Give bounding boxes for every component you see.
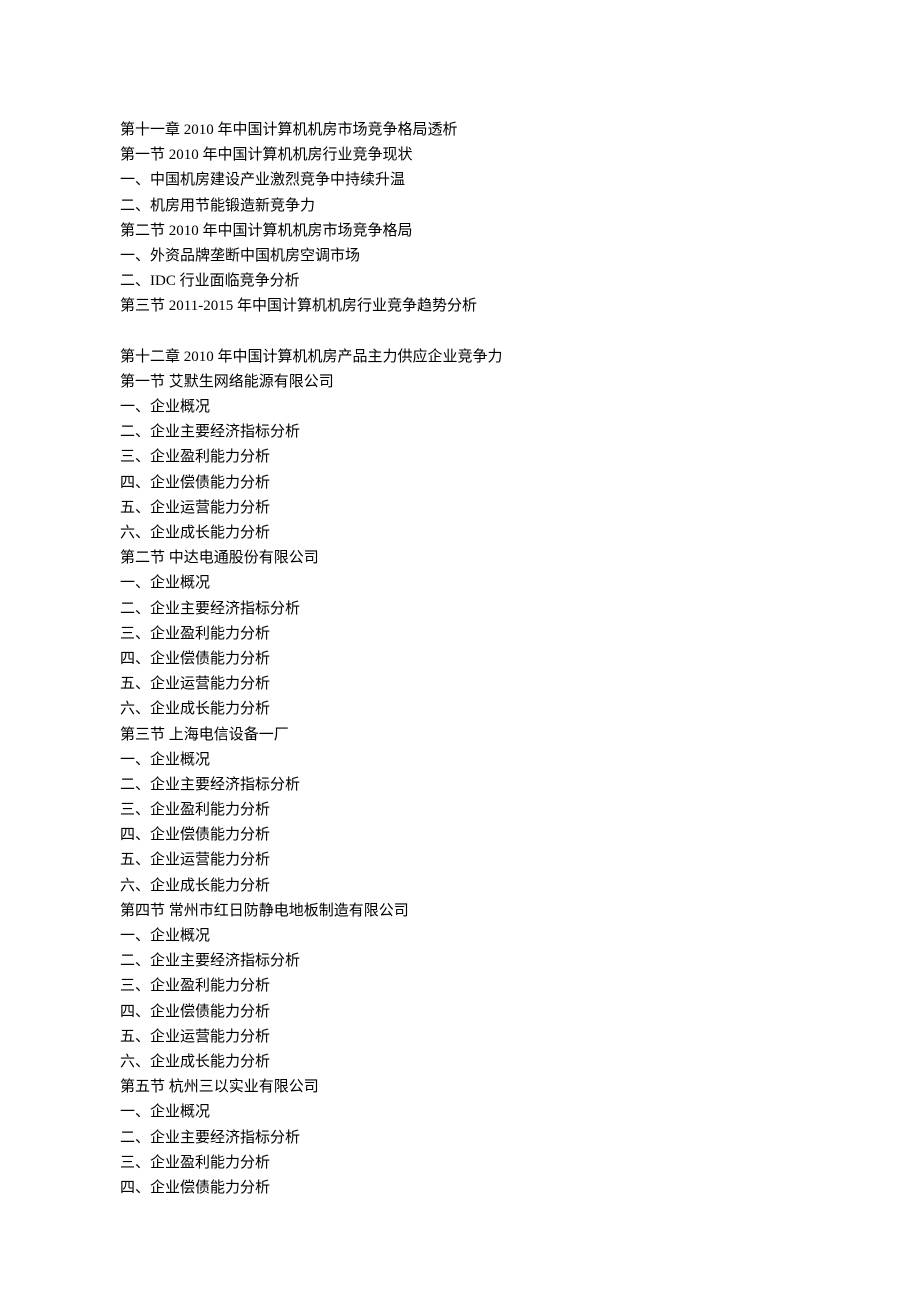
text-line: 二、企业主要经济指标分析 — [120, 773, 800, 798]
text-line: 四、企业偿债能力分析 — [120, 1000, 800, 1025]
text-line: 二、企业主要经济指标分析 — [120, 420, 800, 445]
text-line: 第二节 2010 年中国计算机机房市场竞争格局 — [120, 219, 800, 244]
text-line: 第五节 杭州三以实业有限公司 — [120, 1075, 800, 1100]
text-line: 六、企业成长能力分析 — [120, 697, 800, 722]
text-line: 四、企业偿债能力分析 — [120, 471, 800, 496]
text-line: 三、企业盈利能力分析 — [120, 1151, 800, 1176]
text-line: 一、企业概况 — [120, 748, 800, 773]
text-line: 二、IDC 行业面临竞争分析 — [120, 269, 800, 294]
text-line: 四、企业偿债能力分析 — [120, 1176, 800, 1201]
text-line: 六、企业成长能力分析 — [120, 874, 800, 899]
text-line: 一、企业概况 — [120, 395, 800, 420]
text-line: 五、企业运营能力分析 — [120, 848, 800, 873]
text-line: 第十二章 2010 年中国计算机机房产品主力供应企业竞争力 — [120, 345, 800, 370]
text-line: 五、企业运营能力分析 — [120, 1025, 800, 1050]
document-body: 第十一章 2010 年中国计算机机房市场竞争格局透析第一节 2010 年中国计算… — [120, 118, 800, 1201]
text-line: 一、外资品牌垄断中国机房空调市场 — [120, 244, 800, 269]
text-line: 第一节 2010 年中国计算机机房行业竞争现状 — [120, 143, 800, 168]
text-line: 六、企业成长能力分析 — [120, 1050, 800, 1075]
text-line: 第三节 上海电信设备一厂 — [120, 723, 800, 748]
blank-line — [120, 320, 800, 345]
text-line: 二、机房用节能锻造新竞争力 — [120, 194, 800, 219]
text-line: 一、企业概况 — [120, 571, 800, 596]
text-line: 第二节 中达电通股份有限公司 — [120, 546, 800, 571]
text-line: 三、企业盈利能力分析 — [120, 798, 800, 823]
text-line: 三、企业盈利能力分析 — [120, 974, 800, 999]
text-line: 第一节 艾默生网络能源有限公司 — [120, 370, 800, 395]
text-line: 三、企业盈利能力分析 — [120, 622, 800, 647]
text-line: 三、企业盈利能力分析 — [120, 445, 800, 470]
text-line: 第四节 常州市红日防静电地板制造有限公司 — [120, 899, 800, 924]
text-line: 二、企业主要经济指标分析 — [120, 949, 800, 974]
text-line: 五、企业运营能力分析 — [120, 496, 800, 521]
text-line: 第三节 2011-2015 年中国计算机机房行业竞争趋势分析 — [120, 294, 800, 319]
text-line: 一、企业概况 — [120, 924, 800, 949]
text-line: 四、企业偿债能力分析 — [120, 647, 800, 672]
text-line: 四、企业偿债能力分析 — [120, 823, 800, 848]
text-line: 二、企业主要经济指标分析 — [120, 597, 800, 622]
text-line: 一、中国机房建设产业激烈竞争中持续升温 — [120, 168, 800, 193]
text-line: 二、企业主要经济指标分析 — [120, 1126, 800, 1151]
text-line: 一、企业概况 — [120, 1100, 800, 1125]
text-line: 第十一章 2010 年中国计算机机房市场竞争格局透析 — [120, 118, 800, 143]
text-line: 五、企业运营能力分析 — [120, 672, 800, 697]
text-line: 六、企业成长能力分析 — [120, 521, 800, 546]
